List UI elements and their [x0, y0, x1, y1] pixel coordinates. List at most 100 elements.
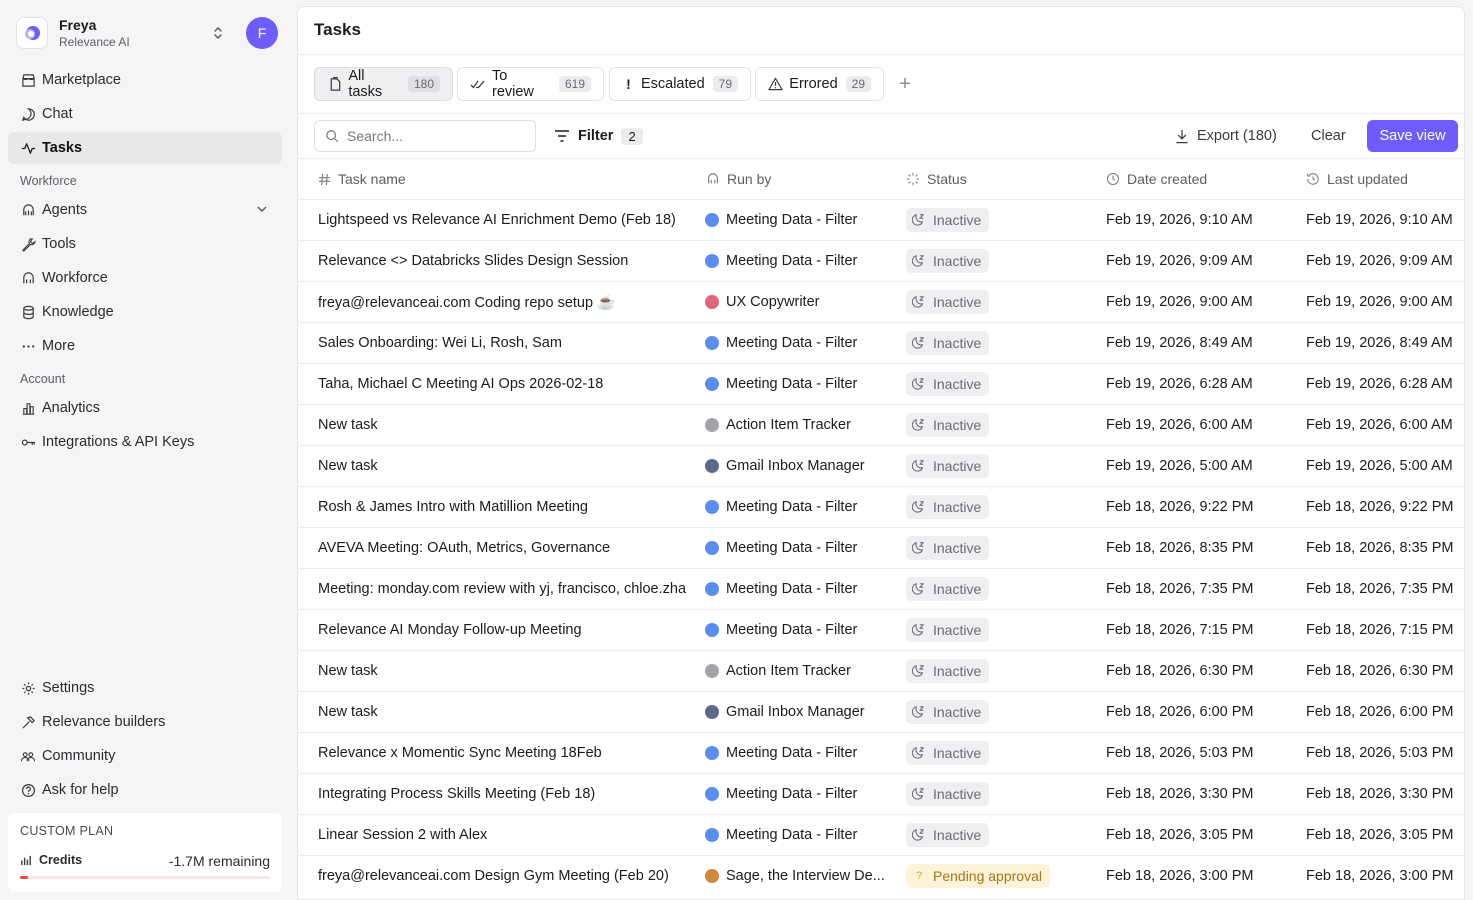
task-name[interactable]: Linear Session 2 with Alex [318, 815, 699, 855]
column-header-run-by[interactable]: Run by [706, 170, 771, 188]
export-label: Export (180) [1197, 128, 1277, 144]
sidebar-item-integrations[interactable]: Integrations & API Keys [8, 426, 282, 458]
moon-icon [912, 623, 926, 637]
task-name[interactable]: AVEVA Meeting: OAuth, Metrics, Governanc… [318, 528, 699, 568]
sidebar-item-workforce[interactable]: Workforce [8, 262, 282, 294]
tab-to-review[interactable]: To review 619 [457, 67, 604, 101]
status-cell: Inactive [906, 733, 1086, 773]
sidebar-item-label: Marketplace [42, 72, 121, 88]
clear-button[interactable]: Clear [1311, 123, 1346, 149]
search-input[interactable] [347, 128, 527, 144]
search-box[interactable] [314, 120, 536, 152]
table-row[interactable]: New task Gmail Inbox Manager Inactive Feb 1… [298, 445, 1464, 486]
task-name[interactable]: Relevance <> Databricks Slides Design Se… [318, 241, 699, 281]
table-row[interactable]: Relevance x Momentic Sync Meeting 18Feb M… [298, 732, 1464, 773]
table-row[interactable]: Relevance AI Monday Follow-up Meeting Mee… [298, 609, 1464, 650]
add-view-button[interactable]: + [896, 73, 914, 95]
run-by-cell: Meeting Data - Filter [705, 815, 893, 855]
chevron-down-icon[interactable] [256, 203, 268, 219]
task-name[interactable]: Sales Onboarding: Wei Li, Rosh, Sam [318, 323, 699, 363]
table-row[interactable]: Rosh & James Intro with Matillion Meetin… [298, 486, 1464, 527]
task-name[interactable]: Lightspeed vs Relevance AI Enrichment De… [318, 200, 699, 240]
filter-icon [554, 130, 570, 142]
help-circle-icon [20, 782, 36, 798]
task-name[interactable]: Relevance x Momentic Sync Meeting 18Feb [318, 733, 699, 773]
table-row[interactable]: New task Gmail Inbox Manager Inactive Feb 1… [298, 691, 1464, 732]
last-updated: Feb 18, 2026, 7:35 PM [1306, 581, 1454, 597]
task-name[interactable]: New task [318, 405, 699, 445]
sidebar-item-tasks[interactable]: Tasks [8, 132, 282, 164]
task-name[interactable]: Rosh & James Intro with Matillion Meetin… [318, 487, 699, 527]
sidebar-item-label: Agents [42, 202, 88, 218]
table-row[interactable]: AVEVA Meeting: OAuth, Metrics, Governanc… [298, 527, 1464, 568]
task-name[interactable]: New task [318, 446, 699, 486]
tab-label: Errored [789, 76, 838, 92]
avatar[interactable]: F [246, 17, 278, 49]
plan-card[interactable]: CUSTOM PLAN Credits -1.7M remaining [8, 813, 282, 892]
table-row[interactable]: Relevance <> Databricks Slides Design Se… [298, 240, 1464, 281]
run-by-name: Meeting Data - Filter [726, 540, 858, 556]
task-name[interactable]: New task [318, 651, 699, 691]
agent-avatar-icon [705, 500, 719, 514]
sidebar-item-chat[interactable]: Chat [8, 98, 282, 130]
status-badge: Inactive [906, 618, 990, 642]
status-cell: Inactive [906, 610, 1086, 650]
export-button[interactable]: Export (180) [1175, 123, 1277, 149]
task-name[interactable]: Taha, Michael C Meeting AI Ops 2026-02-1… [318, 364, 699, 404]
table-row[interactable]: Meeting: monday.com review with yj, fran… [298, 568, 1464, 609]
sidebar-item-community[interactable]: Community [8, 740, 282, 772]
table-row[interactable]: Linear Session 2 with Alex Meeting Data -… [298, 814, 1464, 855]
run-by-cell: Gmail Inbox Manager [705, 692, 893, 732]
table-row[interactable]: New task Action Item Tracker Inactive Feb 1… [298, 650, 1464, 691]
table-row[interactable]: Sales Onboarding: Wei Li, Rosh, Sam Meeti… [298, 322, 1464, 363]
date-created: Feb 18, 2026, 3:00 PM [1106, 868, 1254, 884]
status-text: Inactive [933, 827, 982, 843]
sidebar-item-label: Chat [42, 106, 73, 122]
task-name[interactable]: New task [318, 692, 699, 732]
section-label-account: Account [20, 372, 66, 386]
run-by-name: Meeting Data - Filter [726, 827, 858, 843]
run-by-cell: Meeting Data - Filter [705, 528, 893, 568]
table-row[interactable]: New task Action Item Tracker Inactive Feb 1… [298, 404, 1464, 445]
column-header-task-name[interactable]: Task name [318, 170, 406, 188]
task-name[interactable]: freya@relevanceai.com Design Gym Meeting… [318, 856, 699, 896]
plan-title: CUSTOM PLAN [20, 824, 114, 838]
sidebar-item-more[interactable]: More [8, 330, 282, 362]
last-updated: Feb 18, 2026, 6:30 PM [1306, 663, 1454, 679]
run-by-name: Meeting Data - Filter [726, 499, 858, 515]
filter-button[interactable]: Filter 2 [554, 123, 643, 149]
task-name[interactable]: freya@relevanceai.com Coding repo setup … [318, 282, 699, 322]
task-name[interactable]: Meeting: monday.com review with yj, fran… [318, 569, 699, 609]
sidebar-item-relevance-builders[interactable]: Relevance builders [8, 706, 282, 738]
table-row[interactable]: freya@relevanceai.com Design Gym Meeting… [298, 855, 1464, 896]
sidebar-item-settings[interactable]: Settings [8, 672, 282, 704]
run-by-cell: Meeting Data - Filter [705, 610, 893, 650]
sidebar-item-analytics[interactable]: Analytics [8, 392, 282, 424]
chevron-up-down-icon[interactable] [208, 23, 228, 43]
tab-count: 29 [845, 76, 871, 92]
tab-errored[interactable]: Errored 29 [755, 67, 884, 101]
table-row[interactable]: Lightspeed vs Relevance AI Enrichment De… [298, 199, 1464, 240]
table-row[interactable]: Taha, Michael C Meeting AI Ops 2026-02-1… [298, 363, 1464, 404]
last-updated: Feb 19, 2026, 6:28 AM [1306, 376, 1453, 392]
sidebar-item-ask-for-help[interactable]: Ask for help [8, 774, 282, 806]
task-name[interactable]: Integrating Process Skills Meeting (Feb … [318, 774, 699, 814]
tab-all-tasks[interactable]: All tasks 180 [314, 67, 453, 101]
store-icon [20, 72, 36, 88]
column-header-last-updated[interactable]: Last updated [1306, 170, 1408, 188]
save-view-button[interactable]: Save view [1367, 120, 1458, 152]
moon-icon [912, 664, 926, 678]
status-cell: Inactive [906, 282, 1086, 322]
table-row[interactable]: Integrating Process Skills Meeting (Feb … [298, 773, 1464, 814]
sidebar-item-knowledge[interactable]: Knowledge [8, 296, 282, 328]
column-header-date-created[interactable]: Date created [1106, 170, 1207, 188]
column-header-status[interactable]: Status [906, 170, 967, 188]
org-switcher[interactable]: Freya Relevance AI F [16, 14, 282, 52]
table-row[interactable]: freya@relevanceai.com Coding repo setup … [298, 281, 1464, 322]
run-by-name: Meeting Data - Filter [726, 253, 858, 269]
sidebar-item-tools[interactable]: Tools [8, 228, 282, 260]
task-name[interactable]: Relevance AI Monday Follow-up Meeting [318, 610, 699, 650]
sidebar-item-agents[interactable]: Agents [8, 194, 282, 226]
sidebar-item-marketplace[interactable]: Marketplace [8, 64, 282, 96]
tab-escalated[interactable]: ! Escalated 79 [609, 67, 751, 101]
